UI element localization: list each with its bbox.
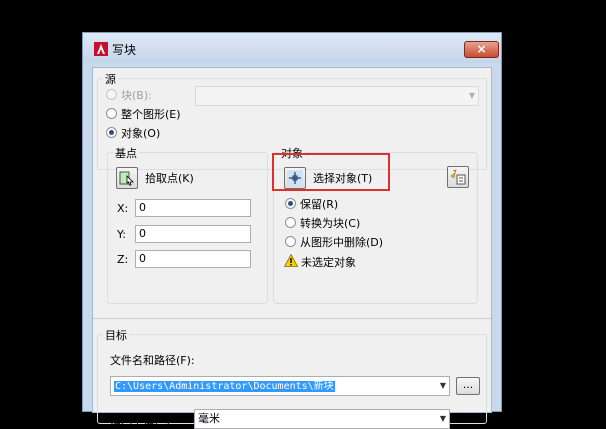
z-field[interactable]: 0	[135, 250, 251, 268]
quick-select-button[interactable]	[447, 166, 469, 188]
delete-from-drawing-radio[interactable]	[285, 236, 296, 247]
block-radio[interactable]	[106, 89, 117, 100]
insert-units-label: 插入单位(U):	[110, 413, 175, 426]
entire-drawing-label: 整个图形(E)	[121, 108, 181, 121]
y-field[interactable]: 0	[135, 225, 251, 243]
retain-label: 保留(R)	[300, 198, 339, 211]
objects-radio[interactable]	[106, 127, 117, 138]
chevron-down-icon: ▼	[468, 91, 475, 100]
z-label: Z:	[117, 253, 129, 266]
warning-icon	[284, 254, 298, 267]
pick-point-button[interactable]	[116, 167, 138, 189]
dialog-body: 源 块(B): ▼ 整个图形(E) 对象(O) 基点 拾取点(K) X: 0 Y…	[92, 67, 492, 429]
insert-units-combo[interactable]: 毫米 ▼	[194, 409, 450, 429]
x-field[interactable]: 0	[135, 199, 251, 217]
base-point-group-label: 基点	[113, 145, 139, 161]
title-bar[interactable]: 写块 ×	[83, 33, 501, 63]
source-group-label: 源	[103, 71, 118, 87]
filename-value: C:\Users\Administrator\Documents\新块	[114, 381, 335, 392]
close-button[interactable]: ×	[464, 41, 499, 58]
browse-button[interactable]: ...	[456, 377, 480, 395]
retain-radio[interactable]	[285, 198, 296, 209]
quick-select-icon	[450, 169, 466, 185]
block-name-combo[interactable]: ▼	[195, 86, 479, 106]
filename-label: 文件名和路径(F):	[110, 354, 195, 367]
section-divider	[93, 318, 491, 319]
entire-drawing-radio[interactable]	[106, 108, 117, 119]
chevron-down-icon: ▼	[439, 381, 446, 390]
window-title: 写块	[112, 43, 137, 57]
target-group-label: 目标	[103, 327, 129, 343]
delete-from-drawing-label: 从图形中删除(D)	[300, 236, 384, 249]
pick-point-label: 拾取点(K)	[145, 172, 194, 185]
autocad-logo-icon	[94, 42, 108, 56]
y-label: Y:	[117, 228, 126, 241]
objects-radio-label: 对象(O)	[121, 127, 161, 140]
no-objects-selected-text: 未选定对象	[301, 256, 356, 269]
select-objects-highlight	[272, 153, 390, 191]
convert-to-block-radio[interactable]	[285, 217, 296, 228]
pick-point-icon	[119, 171, 134, 186]
filename-combo[interactable]: C:\Users\Administrator\Documents\新块 ▼	[110, 376, 450, 396]
chevron-down-icon: ▼	[439, 414, 446, 423]
x-label: X:	[117, 202, 129, 215]
close-icon: ×	[476, 42, 487, 56]
convert-to-block-label: 转换为块(C)	[300, 217, 361, 230]
write-block-dialog: 写块 × 源 块(B): ▼ 整个图形(E) 对象(O) 基点 拾取点(K) X…	[82, 32, 502, 429]
block-radio-label: 块(B):	[121, 89, 152, 102]
